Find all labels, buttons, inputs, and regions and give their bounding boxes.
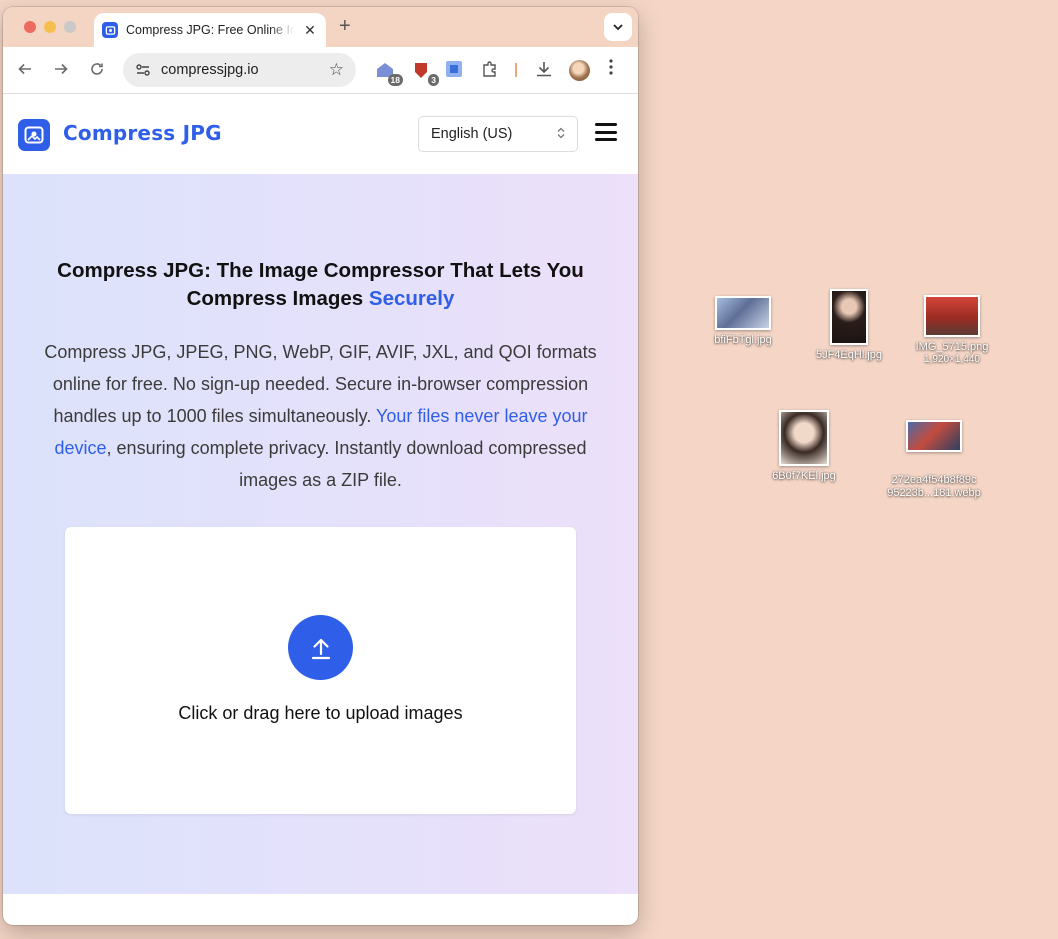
desktop-file-4[interactable]: 6B0f7KEl.jpg [761, 410, 847, 483]
upload-dropzone[interactable]: Click or drag here to upload images [65, 527, 576, 814]
site-settings-icon[interactable] [135, 62, 151, 78]
browser-window: Compress JPG: Free Online Image Compress… [3, 7, 638, 925]
extension-2-badge: 3 [428, 74, 439, 86]
upload-instruction: Click or drag here to upload images [178, 703, 463, 723]
profile-avatar[interactable] [569, 60, 590, 81]
tab-search-chevron-icon[interactable] [604, 13, 632, 41]
hero-description: Compress JPG, JPEG, PNG, WebP, GIF, AVIF… [25, 336, 616, 496]
file-name: bfiFbTgl.jpg [714, 334, 772, 346]
extension-3-icon[interactable] [445, 60, 467, 82]
file-thumbnail [715, 296, 771, 330]
tab-bar: Compress JPG: Free Online Image Compress… [3, 7, 638, 47]
close-window-button[interactable] [24, 21, 36, 33]
extensions-puzzle-icon[interactable] [481, 60, 503, 82]
minimize-window-button[interactable] [44, 21, 56, 33]
file-thumbnail [830, 289, 868, 345]
hero-desc-part2: , ensuring complete privacy. Instantly d… [106, 438, 587, 490]
extension-1-icon[interactable]: 18 [375, 60, 403, 86]
file-dimensions: 1,920×1,440 [924, 354, 980, 365]
tab-close-icon[interactable]: ✕ [302, 22, 318, 39]
file-thumbnail [906, 420, 962, 452]
upload-button[interactable] [288, 615, 353, 680]
desktop-file-3[interactable]: IMG_5715.png 1,920×1,440 [904, 295, 1000, 366]
desktop-file-5[interactable]: 272ea4f54b8f89c 95223b...181.webp [874, 420, 994, 500]
desktop-file-2[interactable]: 5JF4EqHl.jpg [806, 289, 892, 362]
address-bar[interactable]: compressjpg.io ☆ [123, 53, 356, 87]
bookmark-star-icon[interactable]: ☆ [329, 60, 344, 80]
maximize-window-button[interactable] [64, 21, 76, 33]
language-select-value: English (US) [431, 126, 513, 142]
language-select[interactable]: English (US) [418, 116, 578, 152]
downloads-icon[interactable] [535, 60, 557, 82]
tab-compress-jpg[interactable]: Compress JPG: Free Online Image Compress… [94, 13, 326, 47]
toolbar-divider [515, 63, 517, 77]
site-header: Compress JPG English (US) [3, 94, 638, 174]
new-tab-button[interactable]: + [339, 15, 351, 38]
url-text: compressjpg.io [161, 62, 259, 78]
file-name: 6B0f7KEl.jpg [772, 470, 836, 482]
hero-title-main: Compress JPG: The Image Compressor That … [57, 259, 584, 310]
file-thumbnail [779, 410, 829, 466]
file-name: 5JF4EqHl.jpg [815, 349, 883, 361]
hero-section: Compress JPG: The Image Compressor That … [3, 174, 638, 894]
file-thumbnail [924, 295, 980, 337]
logo-icon[interactable] [18, 119, 50, 151]
reload-icon[interactable] [87, 61, 107, 82]
logo-text[interactable]: Compress JPG [63, 121, 222, 145]
desktop-file-1[interactable]: bfiFbTgl.jpg [700, 296, 786, 347]
hamburger-menu-icon[interactable] [595, 123, 617, 141]
file-name: IMG_5715.png [915, 341, 989, 353]
select-updown-icon [557, 127, 565, 142]
browser-menu-icon[interactable] [609, 59, 613, 80]
forward-arrow-icon[interactable] [51, 61, 71, 82]
file-name: 272ea4f54b8f89c [891, 474, 977, 486]
upload-arrow-icon [311, 638, 330, 659]
site-favicon-icon [102, 22, 118, 38]
browser-toolbar: compressjpg.io ☆ 18 3 [3, 47, 638, 94]
file-name-line-2: 95223b...181.webp [887, 487, 981, 499]
hero-title: Compress JPG: The Image Compressor That … [33, 257, 608, 313]
tab-title: Compress JPG: Free Online Image Compress… [126, 23, 294, 37]
hero-title-accent: Securely [368, 287, 455, 310]
extension-2-icon[interactable]: 3 [411, 60, 439, 86]
extension-1-badge: 18 [387, 74, 403, 86]
back-arrow-icon[interactable] [15, 61, 35, 82]
